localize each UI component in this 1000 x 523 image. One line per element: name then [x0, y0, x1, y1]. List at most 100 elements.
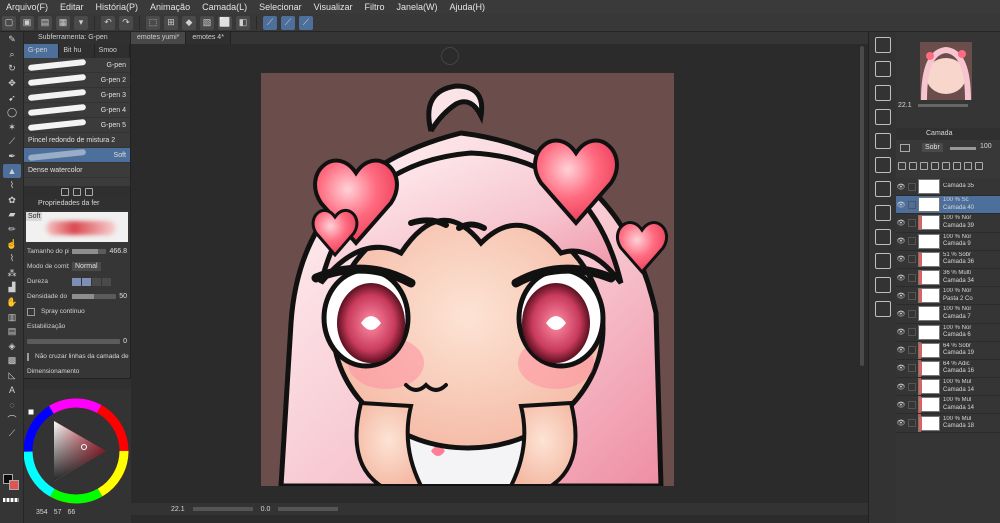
- menu-view[interactable]: Visualizar: [308, 2, 359, 12]
- eye-icon[interactable]: 👁: [896, 346, 906, 354]
- delete-subtool-icon[interactable]: [85, 188, 93, 196]
- brush-item[interactable]: G-pen 3: [24, 88, 130, 103]
- gradient-fill-icon[interactable]: ▩: [3, 354, 21, 368]
- navigator-zoom-slider[interactable]: [917, 103, 968, 107]
- tab-bit-hu[interactable]: Bit hu: [59, 44, 95, 58]
- move-icon[interactable]: ✥: [3, 77, 21, 91]
- open-folder-icon[interactable]: ▤: [38, 15, 52, 30]
- layer-settings-icon[interactable]: ▧: [200, 15, 214, 30]
- menu-filter[interactable]: Filtro: [359, 2, 391, 12]
- new-canvas-icon[interactable]: ▣: [20, 15, 34, 30]
- invert-selection-icon[interactable]: ◧: [236, 15, 250, 30]
- brush-size-slider[interactable]: [72, 249, 107, 254]
- pencil-icon[interactable]: ✏: [3, 223, 21, 237]
- transparent-color-icon[interactable]: [3, 498, 19, 502]
- lock-checkbox[interactable]: [908, 400, 916, 409]
- snap-ruler-icon[interactable]: ⟋: [263, 15, 277, 30]
- layer-item[interactable]: 👁 100 % Mul Camada 14: [896, 396, 1000, 415]
- magic-wand-icon[interactable]: ✶: [3, 121, 21, 135]
- smudge-icon[interactable]: ✋: [3, 296, 21, 310]
- angle-readout[interactable]: 0.0: [261, 506, 271, 513]
- menu-file[interactable]: Arquivo(F): [0, 2, 54, 12]
- panel-toggle-icon[interactable]: [875, 253, 891, 269]
- brush-item[interactable]: G-pen 5: [24, 118, 130, 133]
- tab-document-1[interactable]: emotes yumi*: [131, 32, 187, 44]
- eye-icon[interactable]: 👁: [896, 328, 906, 336]
- blend-mode-dropdown[interactable]: Normal: [72, 262, 101, 271]
- menu-history[interactable]: História(P): [90, 2, 145, 12]
- layer-item[interactable]: 👁 100 % Mul Camada 14: [896, 378, 1000, 397]
- panel-toggle-icon[interactable]: [875, 301, 891, 317]
- redo-icon[interactable]: ↷: [119, 15, 133, 30]
- panel-toggle-icon[interactable]: [875, 229, 891, 245]
- layer-item[interactable]: 👁 100 % Nor Camada 39: [896, 214, 1000, 233]
- lock-checkbox[interactable]: [908, 346, 916, 355]
- panel-toggle-icon[interactable]: [875, 181, 891, 197]
- paint-bucket-icon[interactable]: ◈: [3, 339, 21, 353]
- sub-color-swatch[interactable]: [9, 480, 19, 490]
- tab-document-2[interactable]: emotes 4*: [186, 32, 231, 44]
- layer-item[interactable]: 👁 100 % Nor Camada 7: [896, 305, 1000, 324]
- lock-checkbox[interactable]: [908, 200, 916, 209]
- save-icon[interactable]: ▦: [56, 15, 70, 30]
- density-value[interactable]: 50: [119, 293, 127, 300]
- lock-icon[interactable]: [942, 162, 950, 170]
- layer-opacity-slider[interactable]: [950, 147, 976, 150]
- create-subtool-icon[interactable]: [61, 188, 69, 196]
- brush-alt-icon[interactable]: ⌇: [3, 252, 21, 266]
- blend-icon[interactable]: ☝: [3, 237, 21, 251]
- ref-icon[interactable]: [964, 162, 972, 170]
- deselect-icon[interactable]: ⬜: [218, 15, 232, 30]
- eye-icon[interactable]: 👁: [896, 183, 906, 191]
- menu-help[interactable]: Ajuda(H): [444, 2, 492, 12]
- stabilization-value[interactable]: 0: [123, 338, 127, 345]
- brush-size-value[interactable]: 466.8: [109, 248, 127, 255]
- eyedropper-icon[interactable]: ⟋: [3, 135, 21, 149]
- panel-toggle-icon[interactable]: [875, 61, 891, 77]
- eye-icon[interactable]: 👁: [896, 364, 906, 372]
- tab-smoo[interactable]: Smoo: [95, 44, 130, 58]
- navigator-zoom[interactable]: 22.1: [898, 102, 912, 109]
- eye-icon[interactable]: 👁: [896, 201, 906, 209]
- lock-checkbox[interactable]: [908, 182, 916, 191]
- text-icon[interactable]: A: [3, 383, 21, 397]
- no-cross-checkbox[interactable]: [27, 352, 29, 361]
- angle-slider[interactable]: [278, 507, 339, 511]
- navigator-thumbnail[interactable]: [920, 42, 972, 100]
- lock-checkbox[interactable]: [908, 382, 916, 391]
- eye-icon[interactable]: 👁: [896, 237, 906, 245]
- layer-item[interactable]: 👁 64 % Sobr Camada 19: [896, 341, 1000, 360]
- menu-animation[interactable]: Animação: [144, 2, 196, 12]
- panel-toggle-icon[interactable]: [875, 85, 891, 101]
- decoration-icon[interactable]: ✿: [3, 194, 21, 208]
- eye-icon[interactable]: 👁: [896, 255, 906, 263]
- clear-icon[interactable]: ⬚: [146, 15, 160, 30]
- eye-icon[interactable]: 👁: [896, 310, 906, 318]
- transform-icon[interactable]: ⊞: [164, 15, 178, 30]
- copy-layer-icon[interactable]: [920, 162, 928, 170]
- layer-mask-icon[interactable]: [900, 144, 910, 152]
- line-icon[interactable]: ⟋: [3, 427, 21, 441]
- rotate-icon[interactable]: ↻: [3, 62, 21, 76]
- zoom-readout[interactable]: 22.1: [171, 506, 185, 513]
- lock-checkbox[interactable]: [908, 255, 916, 264]
- menu-select[interactable]: Selecionar: [253, 2, 308, 12]
- layer-item[interactable]: 👁 100 % Nor Camada 6: [896, 324, 1000, 342]
- artwork-canvas[interactable]: [261, 73, 674, 486]
- hardness-selector[interactable]: [72, 277, 111, 286]
- brush-item[interactable]: Pincel redondo de mistura 2: [24, 133, 130, 148]
- lock-checkbox[interactable]: [908, 273, 916, 282]
- layer-item-selected[interactable]: 👁 100 % Sc Camada 40: [896, 196, 1000, 215]
- eye-icon[interactable]: 👁: [896, 419, 906, 427]
- snap-grid-icon[interactable]: ⟋: [281, 15, 295, 30]
- tab-g-pen[interactable]: G-pen: [24, 44, 60, 58]
- density-slider[interactable]: [72, 294, 117, 299]
- zoom-icon[interactable]: ⌕: [3, 48, 21, 62]
- lock-checkbox[interactable]: [908, 237, 916, 246]
- lock-checkbox[interactable]: [908, 309, 916, 318]
- eye-icon[interactable]: 👁: [896, 274, 906, 282]
- layer-item[interactable]: 👁 36 % Multi Camada 34: [896, 269, 1000, 288]
- panel-toggle-icon[interactable]: [875, 109, 891, 125]
- clip-icon[interactable]: [953, 162, 961, 170]
- airbrush-icon[interactable]: ⌇: [3, 179, 21, 193]
